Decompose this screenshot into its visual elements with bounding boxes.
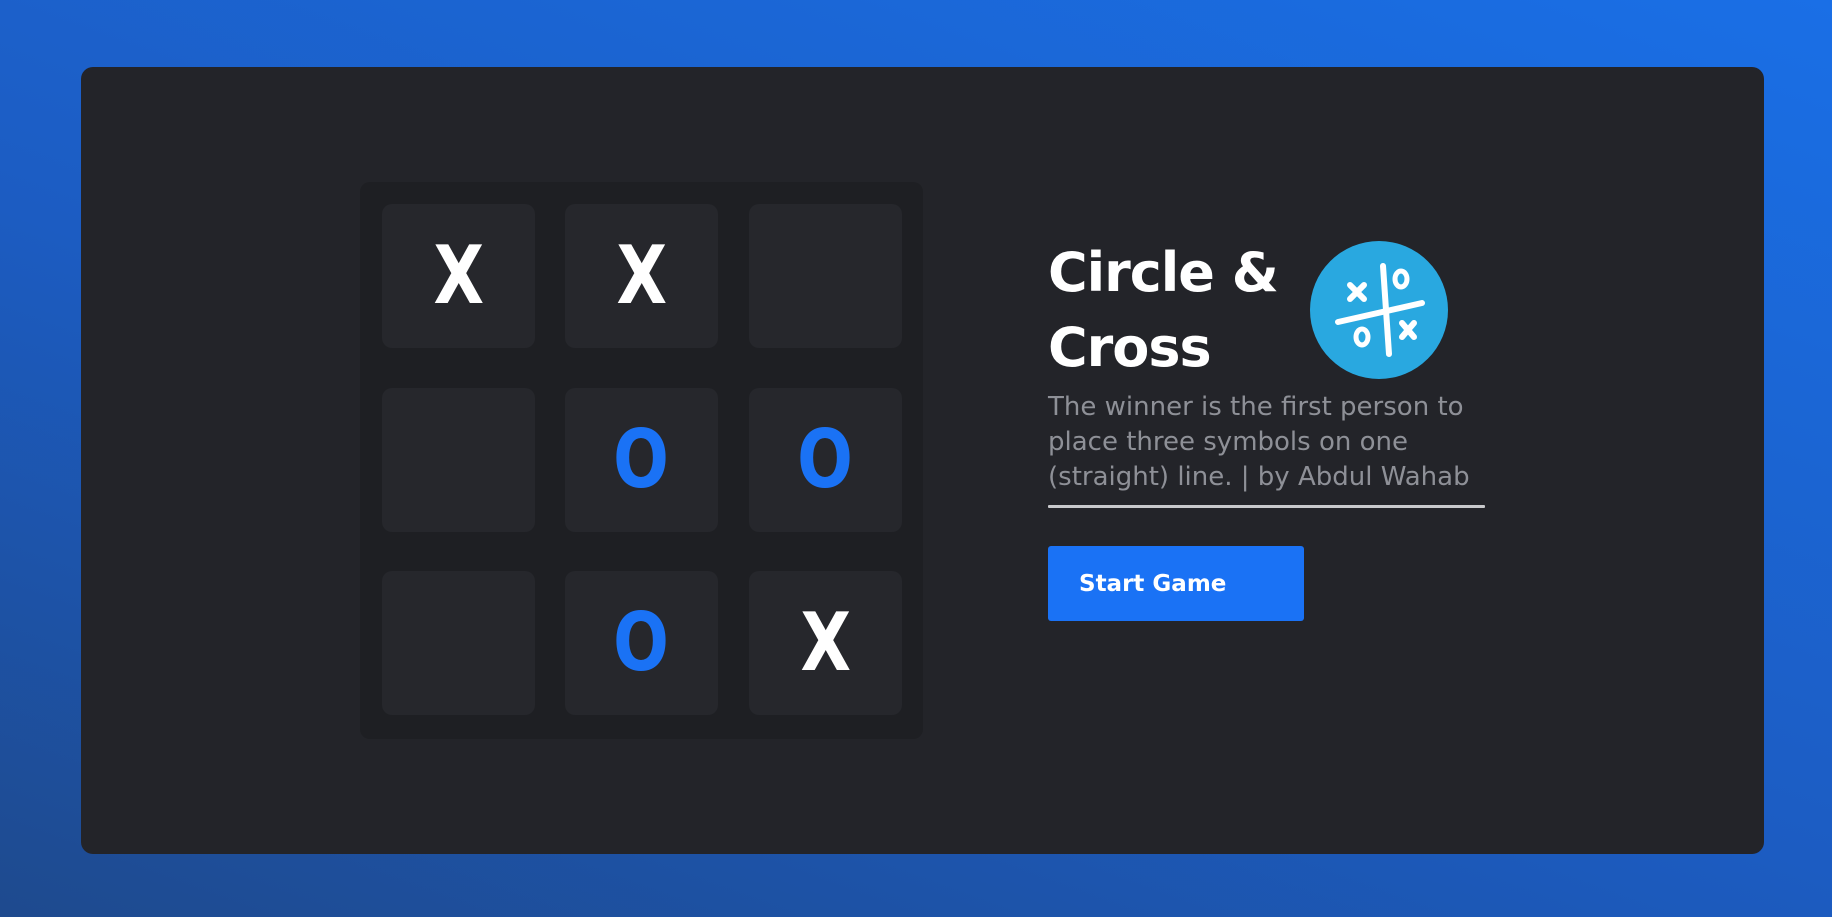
board-cell[interactable]: X: [749, 571, 902, 715]
tic-tac-toe-logo-icon: [1310, 241, 1448, 379]
game-card: X X O O O X Circle & Cross The winner is…: [81, 67, 1764, 854]
game-title: Circle & Cross: [1048, 241, 1279, 379]
board-cell[interactable]: [749, 204, 902, 348]
start-game-button[interactable]: Start Game: [1048, 546, 1304, 621]
cell-mark: O: [613, 596, 670, 689]
cell-mark: X: [616, 229, 667, 322]
cell-mark: X: [800, 596, 851, 689]
divider: [1048, 505, 1485, 508]
board-cell[interactable]: O: [565, 388, 718, 532]
board-cell[interactable]: O: [749, 388, 902, 532]
board-cell[interactable]: X: [565, 204, 718, 348]
board-cell[interactable]: X: [382, 204, 535, 348]
cell-mark: O: [797, 413, 854, 506]
board-cell[interactable]: [382, 388, 535, 532]
board-cell[interactable]: O: [565, 571, 718, 715]
game-board: X X O O O X: [360, 182, 923, 739]
board-cell[interactable]: [382, 571, 535, 715]
game-description: The winner is the first person to place …: [1048, 392, 1470, 492]
cell-mark: O: [613, 413, 670, 506]
cell-mark: X: [433, 229, 484, 322]
